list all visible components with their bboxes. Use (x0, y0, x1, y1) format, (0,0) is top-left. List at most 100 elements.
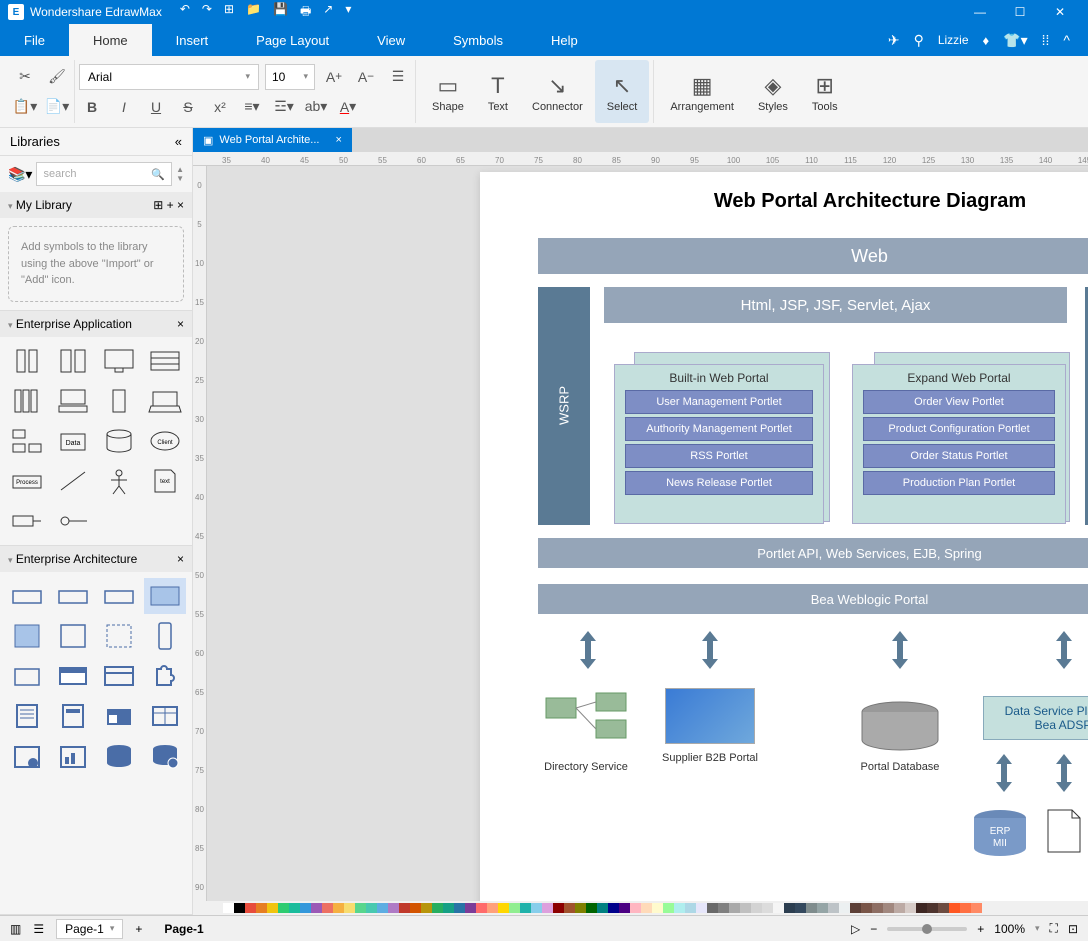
color-swatch[interactable] (905, 903, 916, 913)
color-swatch[interactable] (542, 903, 553, 913)
color-swatch[interactable] (949, 903, 960, 913)
styles-button[interactable]: ◈Styles (746, 60, 800, 123)
portlet-row[interactable]: User Management Portlet (625, 390, 813, 414)
shape-phone[interactable] (144, 618, 186, 654)
color-swatch[interactable] (223, 903, 234, 913)
send-icon[interactable]: ✈ (888, 32, 900, 49)
menu-help[interactable]: Help (527, 24, 602, 56)
color-swatch[interactable] (234, 903, 245, 913)
enterprise-app-header[interactable]: ▾ Enterprise Application × (0, 311, 192, 337)
shape-tablet[interactable] (6, 658, 48, 694)
color-swatch[interactable] (718, 903, 729, 913)
color-swatch[interactable] (322, 903, 333, 913)
arrow-icon[interactable] (1052, 750, 1076, 796)
arrow-icon[interactable] (1052, 627, 1076, 673)
arrow-icon[interactable] (576, 627, 600, 673)
shape-grid[interactable] (144, 698, 186, 734)
redo-icon[interactable]: ↷ (202, 2, 212, 23)
color-swatch[interactable] (762, 903, 773, 913)
enterprise-arch-header[interactable]: ▾ Enterprise Architecture × (0, 546, 192, 572)
options-icon[interactable]: ▾ (345, 2, 351, 23)
shape-laptop[interactable] (144, 383, 186, 419)
shape-tower[interactable] (52, 343, 94, 379)
bold-icon[interactable]: B (79, 94, 105, 120)
copy-icon[interactable]: 📋▾ (12, 94, 38, 120)
menu-home[interactable]: Home (69, 24, 152, 56)
page[interactable]: Web Portal Architecture Diagram Web Html… (480, 172, 1088, 901)
color-swatch[interactable] (828, 903, 839, 913)
color-swatch[interactable] (586, 903, 597, 913)
color-swatch[interactable] (674, 903, 685, 913)
color-swatch[interactable] (344, 903, 355, 913)
color-swatch[interactable] (795, 903, 806, 913)
zoom-out-icon[interactable]: − (870, 922, 877, 936)
supplier-b2b[interactable]: Supplier B2B Portal (660, 688, 760, 764)
portlet-row[interactable]: Order View Portlet (863, 390, 1055, 414)
menu-view[interactable]: View (353, 24, 429, 56)
portlet-row[interactable]: Authority Management Portlet (625, 417, 813, 441)
shape-actor[interactable] (98, 463, 140, 499)
shape-card[interactable] (98, 698, 140, 734)
color-swatch[interactable] (784, 903, 795, 913)
shape-storage[interactable] (144, 343, 186, 379)
menu-file[interactable]: File (0, 24, 69, 56)
shape-db-hw[interactable] (144, 738, 186, 774)
color-swatch[interactable] (960, 903, 971, 913)
color-swatch[interactable] (289, 903, 300, 913)
color-swatch[interactable] (454, 903, 465, 913)
color-swatch[interactable] (421, 903, 432, 913)
directory-service[interactable]: Directory Service (536, 688, 636, 773)
wsrp-block[interactable]: WSRP (538, 287, 590, 525)
shape-server[interactable] (6, 343, 48, 379)
portlet-row[interactable]: News Release Portlet (625, 471, 813, 495)
shape-note[interactable]: text (144, 463, 186, 499)
color-swatch[interactable] (916, 903, 927, 913)
shape-form[interactable] (52, 698, 94, 734)
paste-icon[interactable]: 📄▾ (44, 94, 70, 120)
color-swatch[interactable] (487, 903, 498, 913)
shape-network[interactable] (6, 423, 48, 459)
close-section-icon[interactable]: × (177, 552, 184, 566)
shape-rect-fill[interactable] (144, 578, 186, 614)
share-icon[interactable]: ⚲ (914, 32, 924, 49)
color-swatch[interactable] (355, 903, 366, 913)
shape-dashed[interactable] (98, 618, 140, 654)
canvas[interactable]: Web Portal Architecture Diagram Web Html… (207, 166, 1088, 901)
shape-line[interactable] (52, 463, 94, 499)
color-swatch[interactable] (498, 903, 509, 913)
color-swatch[interactable] (278, 903, 289, 913)
zoom-level[interactable]: 100% (994, 922, 1025, 936)
shape-browser[interactable] (98, 658, 140, 694)
close-tab-icon[interactable]: × (335, 134, 341, 146)
color-swatch[interactable] (465, 903, 476, 913)
color-swatch[interactable] (311, 903, 322, 913)
file-icon[interactable] (1044, 806, 1084, 861)
shape-monitor[interactable] (98, 343, 140, 379)
color-swatch[interactable] (817, 903, 828, 913)
shape-books[interactable] (6, 383, 48, 419)
shape-rect2[interactable] (52, 578, 94, 614)
color-swatch[interactable] (861, 903, 872, 913)
connector-button[interactable]: ↘Connector (520, 60, 595, 123)
shape-square[interactable] (52, 618, 94, 654)
superscript-icon[interactable]: x² (207, 94, 233, 120)
font-size-select[interactable]: 10▾ (265, 64, 315, 90)
color-swatch[interactable] (641, 903, 652, 913)
color-swatch[interactable] (531, 903, 542, 913)
color-swatch[interactable] (267, 903, 278, 913)
shape-lollipop[interactable] (52, 503, 94, 539)
undo-icon[interactable]: ↶ (180, 2, 190, 23)
color-swatch[interactable] (773, 903, 784, 913)
color-swatch[interactable] (553, 903, 564, 913)
play-icon[interactable]: ▷ (851, 922, 860, 936)
expand-portal-group[interactable]: Expand Web Portal Order View Portlet Pro… (852, 364, 1066, 524)
library-menu-icon[interactable]: 📚▾ (8, 166, 32, 183)
shape-square-fill[interactable] (6, 618, 48, 654)
font-select[interactable]: Arial▾ (79, 64, 259, 90)
color-swatch[interactable] (520, 903, 531, 913)
menu-page-layout[interactable]: Page Layout (232, 24, 353, 56)
portlet-row[interactable]: Order Status Portlet (863, 444, 1055, 468)
shape-cal[interactable] (6, 738, 48, 774)
color-swatch[interactable] (839, 903, 850, 913)
shape-desktop[interactable] (52, 383, 94, 419)
